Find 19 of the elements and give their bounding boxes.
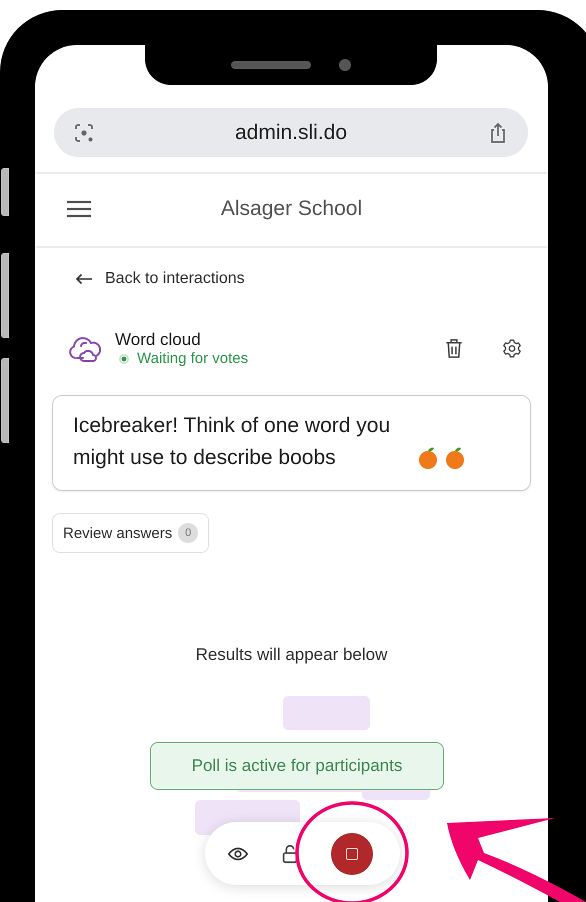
status-dot-icon (119, 354, 129, 364)
back-link[interactable]: Back to interactions (75, 270, 245, 288)
trash-icon[interactable] (444, 338, 464, 359)
question-text: Icebreaker! Think of one word you might use to describe boobs (73, 413, 392, 471)
fruit-icon (416, 446, 440, 470)
settings-icon[interactable] (502, 338, 522, 359)
results-hint: Results will appear below (194, 645, 388, 665)
menu-icon[interactable] (66, 200, 92, 218)
fruit-icon (443, 446, 467, 470)
page-title: Alsager School (220, 197, 364, 221)
poll-status: Waiting for votes (137, 350, 248, 367)
address-bar[interactable]: admin.sli.do (54, 108, 528, 157)
answer-count: 0 (178, 523, 198, 543)
stop-button[interactable] (331, 832, 373, 874)
back-arrow-icon (75, 273, 93, 285)
interaction-type: Word cloud (115, 330, 202, 350)
url-text: admin.sli.do (234, 120, 348, 144)
review-answers-button[interactable]: Review answers 0 (52, 513, 210, 553)
toast-message: Poll is active for participants (150, 742, 444, 790)
